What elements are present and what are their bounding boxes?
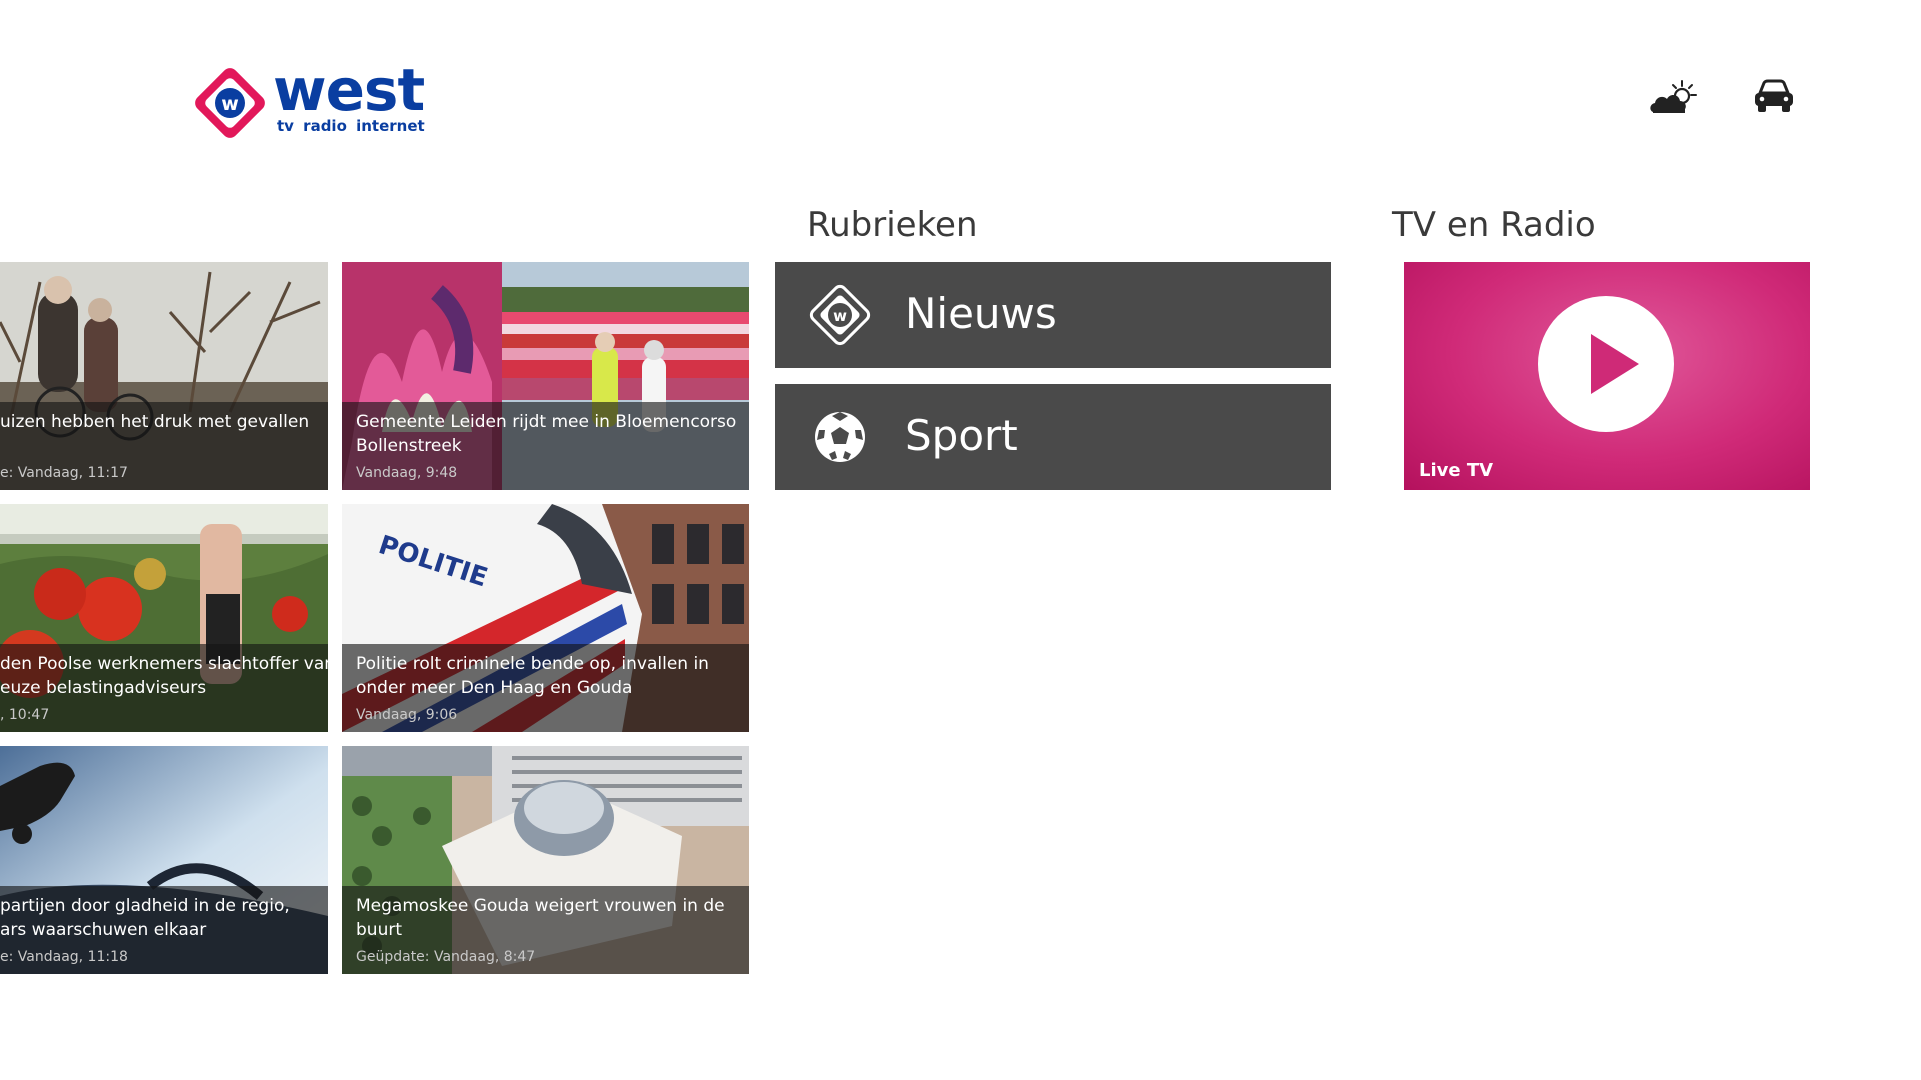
category-label: Nieuws: [905, 289, 1057, 338]
category-sport-tile[interactable]: Sport: [775, 384, 1331, 490]
rubrieken-heading: Rubrieken: [807, 205, 978, 245]
svg-text:w: w: [833, 307, 847, 325]
weather-icon: [1650, 80, 1697, 113]
news-timestamp: Vandaag, 9:06: [356, 707, 458, 723]
news-timestamp: , 10:47: [0, 707, 50, 723]
news-timestamp: Vandaag, 9:48: [356, 465, 458, 481]
logo-tagline: tv radio internet: [277, 117, 425, 135]
news-tile[interactable]: Gemeente Leiden rijdt mee in Bloemencors…: [342, 262, 749, 490]
football-icon: [815, 412, 865, 462]
tv-radio-heading: TV en Radio: [1392, 205, 1596, 245]
weather-button[interactable]: [1648, 78, 1700, 118]
news-tile[interactable]: den Poolse werknemers slachtoffer van euz…: [0, 504, 328, 732]
news-timestamp: e: Vandaag, 11:17: [0, 465, 128, 481]
news-title: uizen hebben het druk met gevallen: [0, 412, 310, 432]
west-w-icon: w: [809, 284, 871, 346]
logo-badge-icon: w: [195, 68, 265, 138]
category-label: Sport: [905, 411, 1018, 460]
news-title: partijen door gladheid in de regio, ars w…: [0, 896, 290, 940]
news-title: Gemeente Leiden rijdt mee in Bloemencors…: [356, 412, 737, 456]
category-nieuws-tile[interactable]: w Nieuws: [775, 262, 1331, 368]
traffic-icon: [1755, 79, 1793, 112]
news-tile[interactable]: Megamoskee Gouda weigert vrouwen in de bu…: [342, 746, 749, 974]
live-tv-label: Live TV: [1419, 460, 1494, 481]
svg-text:w: w: [221, 93, 239, 115]
app-page: w west tv radio internet Rubrieken TV en…: [0, 0, 1921, 1080]
logo-wordmark: west: [273, 56, 425, 124]
traffic-button[interactable]: [1752, 78, 1796, 116]
news-timestamp: e: Vandaag, 11:18: [0, 949, 128, 965]
news-tile[interactable]: POLITIE Politie rolt criminele bende op,…: [342, 504, 749, 732]
news-title: Megamoskee Gouda weigert vrouwen in de bu…: [356, 896, 725, 940]
news-title: den Poolse werknemers slachtoffer van euz…: [0, 654, 328, 698]
live-tv-tile[interactable]: Live TV: [1404, 262, 1810, 490]
news-title: Politie rolt criminele bende op, invalle…: [356, 654, 709, 698]
news-timestamp: Geüpdate: Vandaag, 8:47: [356, 949, 536, 965]
omroep-west-logo[interactable]: w west tv radio internet: [189, 60, 439, 145]
play-icon: [1538, 296, 1674, 432]
news-tile[interactable]: uizen hebben het druk met gevallen e: Va…: [0, 262, 328, 490]
news-tile[interactable]: partijen door gladheid in de regio, ars w…: [0, 746, 328, 974]
